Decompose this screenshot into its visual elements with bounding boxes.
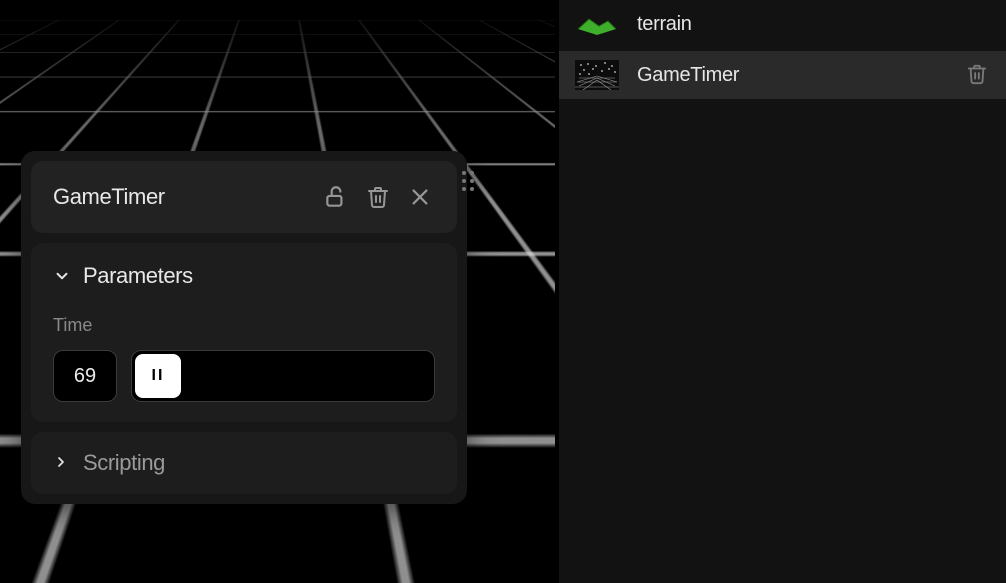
chevron-right-icon <box>53 454 71 472</box>
pause-icon: II <box>152 367 165 385</box>
section-parameters: Parameters Time 69 II <box>31 243 457 422</box>
delete-item-button[interactable] <box>966 63 990 87</box>
inspector-titlebar: GameTimer <box>31 161 457 233</box>
time-value-field[interactable]: 69 <box>53 350 117 402</box>
close-button[interactable] <box>405 182 435 212</box>
section-scripting: Scripting <box>31 432 457 494</box>
inspector-panel: GameTimer <box>21 151 467 504</box>
hierarchy-item-label: GameTimer <box>637 64 948 87</box>
delete-button[interactable] <box>363 182 393 212</box>
hierarchy-panel: terrain <box>557 0 1006 583</box>
section-title: Scripting <box>83 450 165 476</box>
terrain-icon <box>575 9 619 39</box>
time-slider[interactable]: II <box>131 350 435 402</box>
app-root: terrain <box>0 0 1006 583</box>
drag-handle-icon[interactable] <box>459 167 477 195</box>
chevron-down-icon <box>53 267 71 285</box>
param-time: Time 69 II <box>53 289 435 402</box>
lock-button[interactable] <box>321 182 351 212</box>
section-scripting-header[interactable]: Scripting <box>53 450 435 476</box>
gametimer-thumbnail-icon <box>575 60 619 90</box>
section-title: Parameters <box>83 263 193 289</box>
section-parameters-header[interactable]: Parameters <box>53 263 435 289</box>
inspector-title: GameTimer <box>53 184 309 210</box>
hierarchy-item-label: terrain <box>637 13 990 36</box>
slider-thumb[interactable]: II <box>135 354 181 398</box>
param-label: Time <box>53 315 435 336</box>
hierarchy-item-terrain[interactable]: terrain <box>559 0 1006 48</box>
hierarchy-item-gametimer[interactable]: GameTimer <box>559 51 1006 99</box>
